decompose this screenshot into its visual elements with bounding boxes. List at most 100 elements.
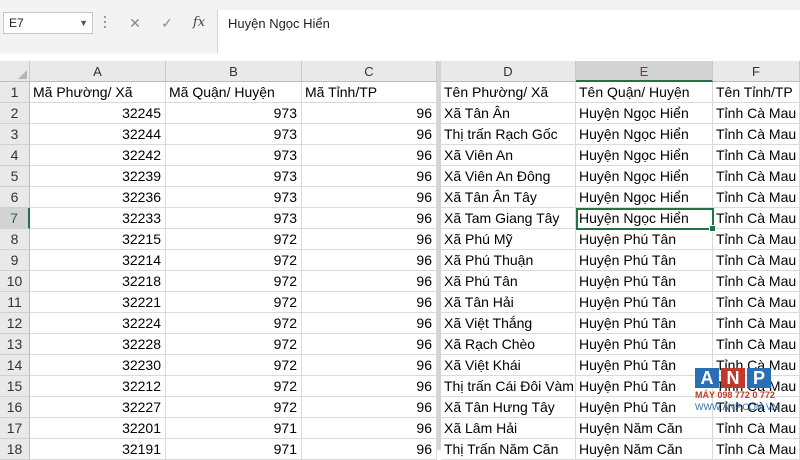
cell-f12[interactable]: Tỉnh Cà Mau (713, 313, 800, 334)
cell-e5[interactable]: Huyện Ngọc Hiển (576, 166, 713, 187)
cell-c12[interactable]: 96 (302, 313, 437, 334)
cell-f7[interactable]: Tỉnh Cà Mau (713, 208, 800, 229)
select-all-button[interactable] (0, 61, 30, 82)
cell-a5[interactable]: 32239 (30, 166, 166, 187)
cell-d6[interactable]: Xã Tân Ân Tây (441, 187, 576, 208)
cell-d4[interactable]: Xã Viên An (441, 145, 576, 166)
cell-e9[interactable]: Huyện Phú Tân (576, 250, 713, 271)
row-header-7[interactable]: 7 (0, 208, 30, 229)
cell-c5[interactable]: 96 (302, 166, 437, 187)
cell-d11[interactable]: Xã Tân Hải (441, 292, 576, 313)
cell-d3[interactable]: Thị trấn Rạch Gốc (441, 124, 576, 145)
row-header-2[interactable]: 2 (0, 103, 30, 124)
row-header-1[interactable]: 1 (0, 82, 30, 103)
cell-e6[interactable]: Huyện Ngọc Hiển (576, 187, 713, 208)
cell-b3[interactable]: 973 (166, 124, 302, 145)
cell-d9[interactable]: Xã Phú Thuận (441, 250, 576, 271)
column-header-a[interactable]: A (30, 61, 166, 82)
cell-a3[interactable]: 32244 (30, 124, 166, 145)
cell-c15[interactable]: 96 (302, 376, 437, 397)
row-header-12[interactable]: 12 (0, 313, 30, 334)
row-header-6[interactable]: 6 (0, 187, 30, 208)
cell-a13[interactable]: 32228 (30, 334, 166, 355)
cell-d16[interactable]: Xã Tân Hưng Tây (441, 397, 576, 418)
cell-c9[interactable]: 96 (302, 250, 437, 271)
cell-f2[interactable]: Tỉnh Cà Mau (713, 103, 800, 124)
cell-e11[interactable]: Huyện Phú Tân (576, 292, 713, 313)
row-header-4[interactable]: 4 (0, 145, 30, 166)
row-header-5[interactable]: 5 (0, 166, 30, 187)
cell-d17[interactable]: Xã Lâm Hải (441, 418, 576, 439)
cell-d10[interactable]: Xã Phú Tân (441, 271, 576, 292)
cell-e12[interactable]: Huyện Phú Tân (576, 313, 713, 334)
cell-a12[interactable]: 32224 (30, 313, 166, 334)
enter-icon[interactable]: ✓ (156, 13, 178, 33)
cell-f4[interactable]: Tỉnh Cà Mau (713, 145, 800, 166)
cell-d5[interactable]: Xã Viên An Đông (441, 166, 576, 187)
cell-b13[interactable]: 972 (166, 334, 302, 355)
cell-a11[interactable]: 32221 (30, 292, 166, 313)
column-header-f[interactable]: F (713, 61, 800, 82)
cell-d7[interactable]: Xã Tam Giang Tây (441, 208, 576, 229)
row-header-15[interactable]: 15 (0, 376, 30, 397)
row-header-10[interactable]: 10 (0, 271, 30, 292)
column-header-d[interactable]: D (441, 61, 576, 82)
cell-a7[interactable]: 32233 (30, 208, 166, 229)
row-header-9[interactable]: 9 (0, 250, 30, 271)
cell-f10[interactable]: Tỉnh Cà Mau (713, 271, 800, 292)
cell-e1[interactable]: Tên Quận/ Huyện (576, 82, 713, 103)
cell-a14[interactable]: 32230 (30, 355, 166, 376)
cell-e8[interactable]: Huyện Phú Tân (576, 229, 713, 250)
column-header-b[interactable]: B (166, 61, 302, 82)
freeze-pane-divider[interactable] (437, 61, 441, 450)
cell-b11[interactable]: 972 (166, 292, 302, 313)
insert-function-icon[interactable]: fx (188, 13, 210, 33)
cell-b9[interactable]: 972 (166, 250, 302, 271)
cell-e7[interactable]: Huyện Ngọc Hiển (576, 208, 713, 229)
cell-a1[interactable]: Mã Phường/ Xã (30, 82, 166, 103)
cell-e3[interactable]: Huyện Ngọc Hiển (576, 124, 713, 145)
cell-a6[interactable]: 32236 (30, 187, 166, 208)
cell-c17[interactable]: 96 (302, 418, 437, 439)
cell-e2[interactable]: Huyện Ngọc Hiển (576, 103, 713, 124)
cell-c3[interactable]: 96 (302, 124, 437, 145)
cell-e10[interactable]: Huyện Phú Tân (576, 271, 713, 292)
cell-b1[interactable]: Mã Quận/ Huyện (166, 82, 302, 103)
cell-e13[interactable]: Huyện Phú Tân (576, 334, 713, 355)
cell-a15[interactable]: 32212 (30, 376, 166, 397)
cell-b4[interactable]: 973 (166, 145, 302, 166)
name-box-dropdown-icon[interactable]: ▼ (79, 13, 88, 33)
cell-e4[interactable]: Huyện Ngọc Hiển (576, 145, 713, 166)
column-header-e[interactable]: E (576, 61, 713, 82)
cell-b8[interactable]: 972 (166, 229, 302, 250)
cell-b17[interactable]: 971 (166, 418, 302, 439)
cell-d15[interactable]: Thị trấn Cái Đôi Vàm (441, 376, 576, 397)
cell-c1[interactable]: Mã Tỉnh/TP (302, 82, 437, 103)
cell-f9[interactable]: Tỉnh Cà Mau (713, 250, 800, 271)
cell-c16[interactable]: 96 (302, 397, 437, 418)
cell-b10[interactable]: 972 (166, 271, 302, 292)
cell-a9[interactable]: 32214 (30, 250, 166, 271)
row-header-3[interactable]: 3 (0, 124, 30, 145)
cell-f8[interactable]: Tỉnh Cà Mau (713, 229, 800, 250)
column-header-c[interactable]: C (302, 61, 437, 82)
cell-d13[interactable]: Xã Rạch Chèo (441, 334, 576, 355)
cell-f5[interactable]: Tỉnh Cà Mau (713, 166, 800, 187)
name-box[interactable]: E7 ▼ (3, 12, 93, 34)
cell-c11[interactable]: 96 (302, 292, 437, 313)
cell-d8[interactable]: Xã Phú Mỹ (441, 229, 576, 250)
cell-d14[interactable]: Xã Việt Khái (441, 355, 576, 376)
cell-d1[interactable]: Tên Phường/ Xã (441, 82, 576, 103)
cell-f11[interactable]: Tỉnh Cà Mau (713, 292, 800, 313)
cell-c7[interactable]: 96 (302, 208, 437, 229)
cell-b16[interactable]: 972 (166, 397, 302, 418)
cell-a8[interactable]: 32215 (30, 229, 166, 250)
formula-input[interactable]: Huyện Ngọc Hiển (217, 10, 800, 53)
cell-c2[interactable]: 96 (302, 103, 437, 124)
cell-b12[interactable]: 972 (166, 313, 302, 334)
cell-b15[interactable]: 972 (166, 376, 302, 397)
row-header-14[interactable]: 14 (0, 355, 30, 376)
row-header-8[interactable]: 8 (0, 229, 30, 250)
cell-a4[interactable]: 32242 (30, 145, 166, 166)
cell-b6[interactable]: 973 (166, 187, 302, 208)
